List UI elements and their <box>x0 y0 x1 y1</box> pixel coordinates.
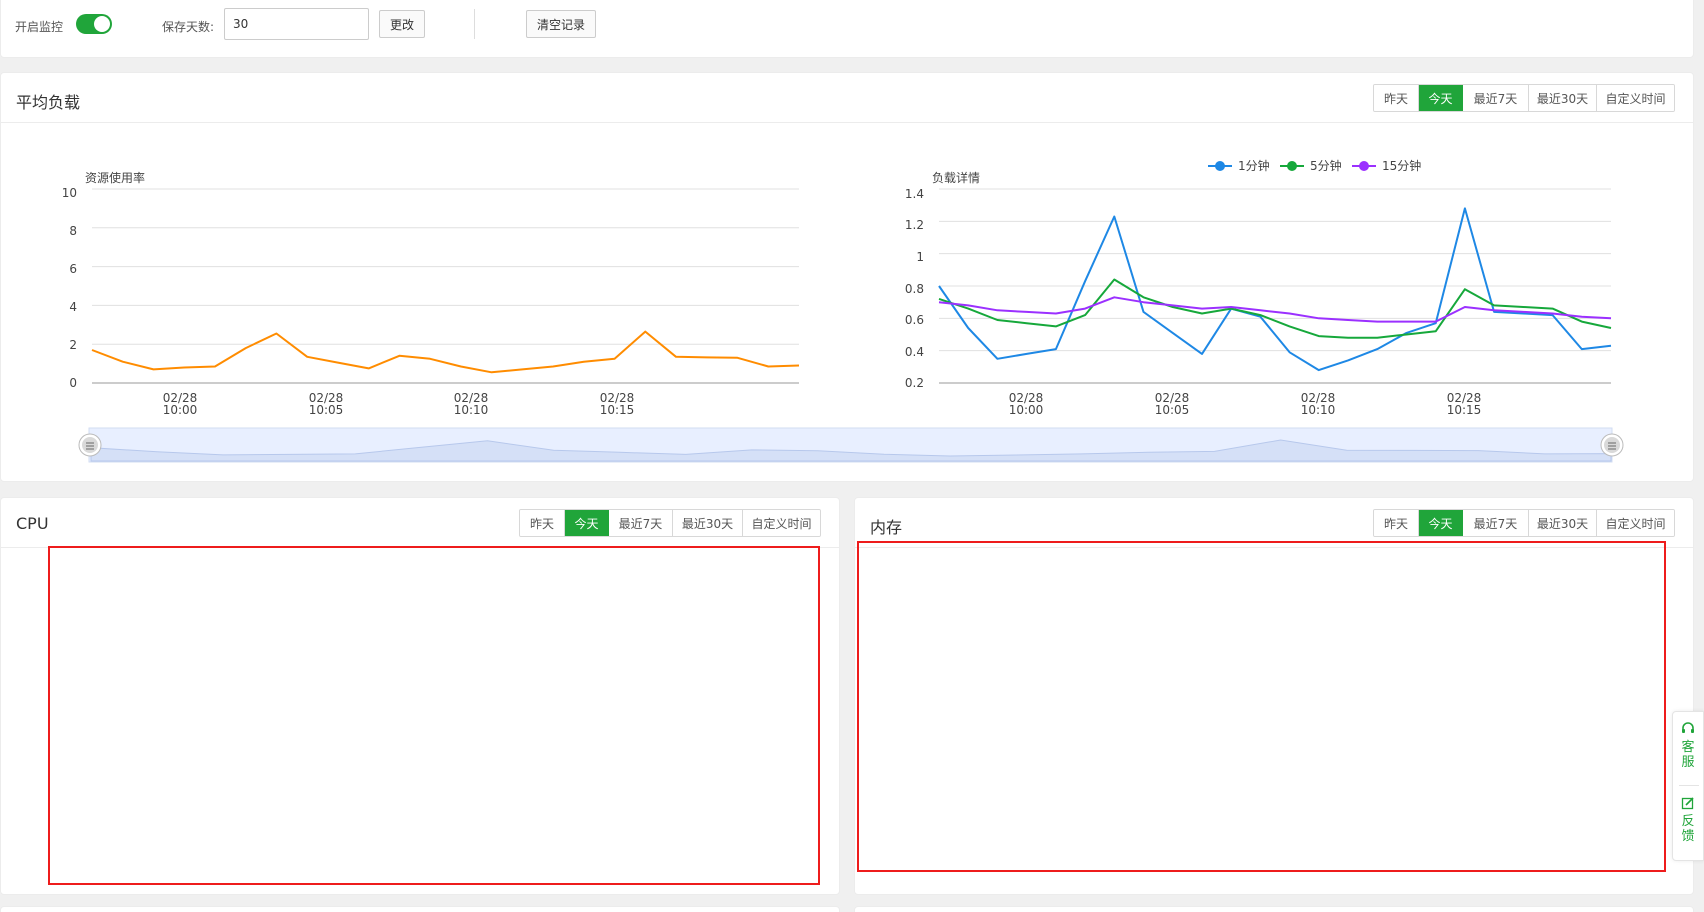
tab-yesterday[interactable]: 昨天 <box>1374 510 1419 536</box>
x-tick-time: 10:05 <box>1155 403 1190 417</box>
y-tick-label: 1.2 <box>905 218 924 232</box>
toggle-knob <box>94 16 110 32</box>
tab-today[interactable]: 今天 <box>1419 510 1463 536</box>
legend-1min-label: 1分钟 <box>1238 158 1270 173</box>
x-tick-time: 10:15 <box>1447 403 1482 417</box>
edit-icon <box>1681 797 1694 810</box>
legend-5min-label: 5分钟 <box>1310 158 1342 173</box>
y-tick-label: 6 <box>69 262 77 276</box>
detail-grid <box>939 188 1611 384</box>
cpu-panel-title: CPU <box>16 514 49 533</box>
y-tick-label: 0.2 <box>905 376 924 390</box>
usage-grid <box>92 188 799 384</box>
tab-last7[interactable]: 最近7天 <box>1463 510 1529 536</box>
x-tick-time: 10:10 <box>454 403 489 417</box>
feedback-button[interactable]: 反馈 <box>1673 796 1703 844</box>
memory-range-tabs: 昨天 今天 最近7天 最近30天 自定义时间 <box>1373 509 1675 537</box>
y-tick-label: 0.6 <box>905 313 924 327</box>
cpu-range-tabs: 昨天 今天 最近7天 最近30天 自定义时间 <box>519 509 821 537</box>
memory-chart-highlight <box>857 541 1666 872</box>
tab-today[interactable]: 今天 <box>1419 85 1463 111</box>
tab-last30[interactable]: 最近30天 <box>673 510 743 536</box>
detail-chart-label: 负载详情 <box>932 170 980 185</box>
customer-service-button[interactable]: 客服 <box>1673 722 1703 770</box>
series-line-1 <box>91 330 800 374</box>
y-tick-label: 0.8 <box>905 282 924 296</box>
tab-custom[interactable]: 自定义时间 <box>1597 510 1674 536</box>
legend-15min-marker <box>1359 161 1369 171</box>
y-tick-label: 8 <box>69 224 77 238</box>
tab-custom[interactable]: 自定义时间 <box>743 510 820 536</box>
divider <box>474 9 475 39</box>
tab-last30[interactable]: 最近30天 <box>1529 85 1597 111</box>
usage-chart-label: 资源使用率 <box>85 170 145 185</box>
usage-y-axis: 0 2 4 6 8 10 <box>62 186 77 390</box>
monitor-toggle[interactable] <box>76 14 112 34</box>
monitor-label: 开启监控 <box>15 20 64 34</box>
tab-yesterday[interactable]: 昨天 <box>1374 85 1419 111</box>
y-tick-label: 1 <box>916 250 924 264</box>
detail-legend: 1分钟 5分钟 15分钟 <box>1208 158 1421 173</box>
legend-5min-marker <box>1287 161 1297 171</box>
y-tick-label: 4 <box>69 300 77 314</box>
y-tick-label: 0 <box>69 376 77 390</box>
usage-x-axis: 02/28 10:00 02/28 10:05 02/28 10:10 02/2… <box>163 391 635 417</box>
data-zoom-slider[interactable] <box>78 427 1624 463</box>
days-label: 保存天数: <box>162 20 215 34</box>
monitor-toolbar: 开启监控 保存天数: 更改 清空记录 <box>0 0 1694 58</box>
tab-last30[interactable]: 最近30天 <box>1529 510 1597 536</box>
tab-today[interactable]: 今天 <box>565 510 609 536</box>
load-range-tabs: 昨天 今天 最近7天 最近30天 自定义时间 <box>1373 84 1675 112</box>
y-tick-label: 10 <box>62 186 77 200</box>
series-line-1 <box>938 207 1612 372</box>
customer-service-label: 客服 <box>1681 740 1695 770</box>
y-tick-label: 1.4 <box>905 187 924 201</box>
headset-icon <box>1682 722 1694 733</box>
zoom-handle-right[interactable] <box>1600 433 1624 457</box>
detail-y-axis: 0.2 0.4 0.6 0.8 1 1.2 1.4 <box>905 187 924 390</box>
cpu-chart-highlight <box>48 546 820 885</box>
x-tick-time: 10:10 <box>1301 403 1336 417</box>
zoom-handle-left[interactable] <box>78 433 102 457</box>
legend-1min-marker <box>1215 161 1225 171</box>
next-panel-right <box>854 906 1694 912</box>
load-panel: 平均负载 昨天 今天 最近7天 最近30天 自定义时间 资源使用率 0 2 4 … <box>0 72 1694 482</box>
y-tick-label: 2 <box>69 338 77 352</box>
tab-yesterday[interactable]: 昨天 <box>520 510 565 536</box>
change-button[interactable]: 更改 <box>379 10 425 38</box>
load-panel-title: 平均负载 <box>16 93 81 112</box>
x-tick-time: 10:05 <box>309 403 344 417</box>
detail-series <box>938 207 1612 372</box>
y-tick-label: 0.4 <box>905 345 924 359</box>
tab-last7[interactable]: 最近7天 <box>1463 85 1529 111</box>
feedback-label: 反馈 <box>1681 814 1695 844</box>
days-input[interactable] <box>224 8 369 40</box>
tab-last7[interactable]: 最近7天 <box>609 510 673 536</box>
memory-panel-title: 内存 <box>870 518 903 537</box>
tab-custom[interactable]: 自定义时间 <box>1597 85 1674 111</box>
usage-series <box>91 330 800 374</box>
widget-divider <box>1679 785 1699 786</box>
floating-widget: 客服 反馈 <box>1672 711 1704 861</box>
series-line-2 <box>938 278 1612 339</box>
x-tick-time: 10:00 <box>163 403 198 417</box>
detail-x-axis: 02/28 10:00 02/28 10:05 02/28 10:10 02/2… <box>1009 391 1482 417</box>
clear-records-button[interactable]: 清空记录 <box>526 10 596 38</box>
legend-15min-label: 15分钟 <box>1382 158 1421 173</box>
x-tick-time: 10:00 <box>1009 403 1044 417</box>
x-tick-time: 10:15 <box>600 403 635 417</box>
load-charts: 资源使用率 0 2 4 6 8 10 02/28 10:00 02/28 10:… <box>62 158 1624 463</box>
next-panel-left <box>0 906 840 912</box>
